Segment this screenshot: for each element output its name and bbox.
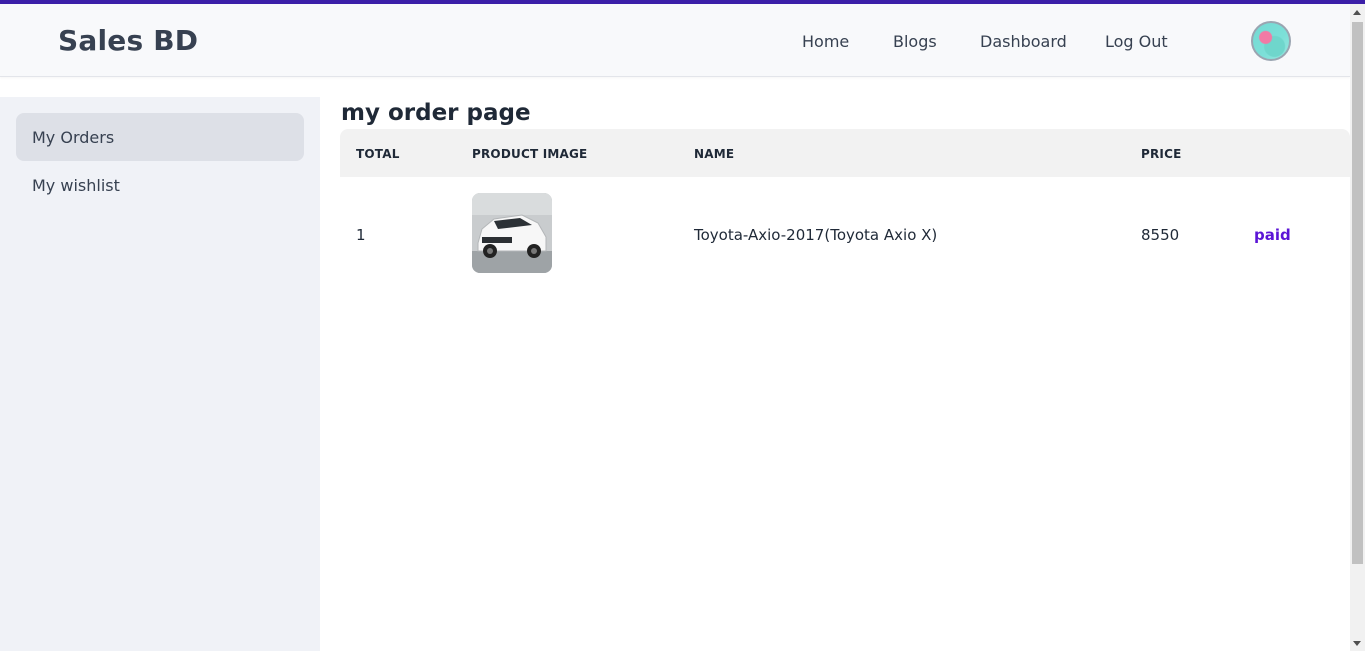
cell-total: 1 <box>356 226 366 244</box>
nav-dashboard-link[interactable]: Dashboard <box>980 32 1067 51</box>
nav-home-link[interactable]: Home <box>802 32 849 51</box>
header-product-image: PRODUCT IMAGE <box>472 147 588 161</box>
cell-product-name: Toyota-Axio-2017(Toyota Axio X) <box>694 226 938 244</box>
paid-status-badge[interactable]: paid <box>1254 226 1291 244</box>
sidebar-item-my-orders[interactable]: My Orders <box>16 113 304 161</box>
table-row: 1 Toyota-Axio-2017(Toyota Axio X) 8550 p <box>340 177 1350 289</box>
scrollbar-thumb[interactable] <box>1352 22 1363 564</box>
car-thumbnail-image <box>472 193 552 273</box>
table-header: TOTAL PRODUCT IMAGE NAME PRICE <box>340 129 1350 177</box>
header-total: TOTAL <box>356 147 400 161</box>
car-icon <box>472 193 552 273</box>
sidebar: My Orders My wishlist <box>0 97 320 651</box>
vertical-scrollbar[interactable] <box>1350 4 1365 651</box>
scroll-up-arrow-icon[interactable] <box>1353 10 1361 15</box>
brand-logo[interactable]: Sales BD <box>58 24 198 57</box>
nav-logout-link[interactable]: Log Out <box>1105 32 1168 51</box>
header-name: NAME <box>694 147 735 161</box>
page-title: my order page <box>341 100 531 126</box>
navbar: Sales BD Home Blogs Dashboard Log Out <box>0 4 1350 77</box>
cell-price: 8550 <box>1141 226 1180 244</box>
nav-blogs-link[interactable]: Blogs <box>893 32 937 51</box>
user-avatar[interactable] <box>1251 21 1291 61</box>
header-price: PRICE <box>1141 147 1182 161</box>
sidebar-item-my-wishlist[interactable]: My wishlist <box>16 161 304 209</box>
scroll-down-arrow-icon[interactable] <box>1353 641 1361 646</box>
